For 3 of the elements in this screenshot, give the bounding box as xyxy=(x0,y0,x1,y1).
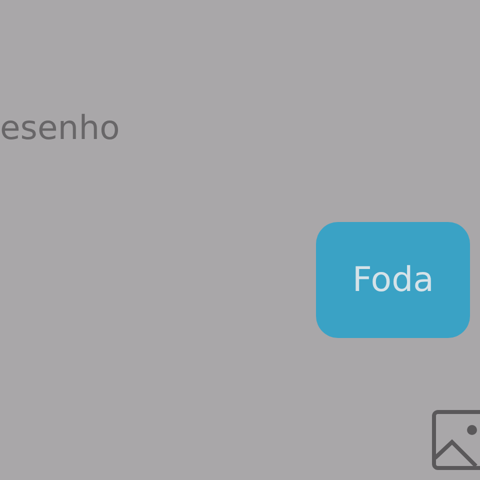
image-icon[interactable] xyxy=(432,410,480,470)
sent-message-bubble: Foda xyxy=(316,222,470,338)
received-message: esenho xyxy=(0,108,120,148)
